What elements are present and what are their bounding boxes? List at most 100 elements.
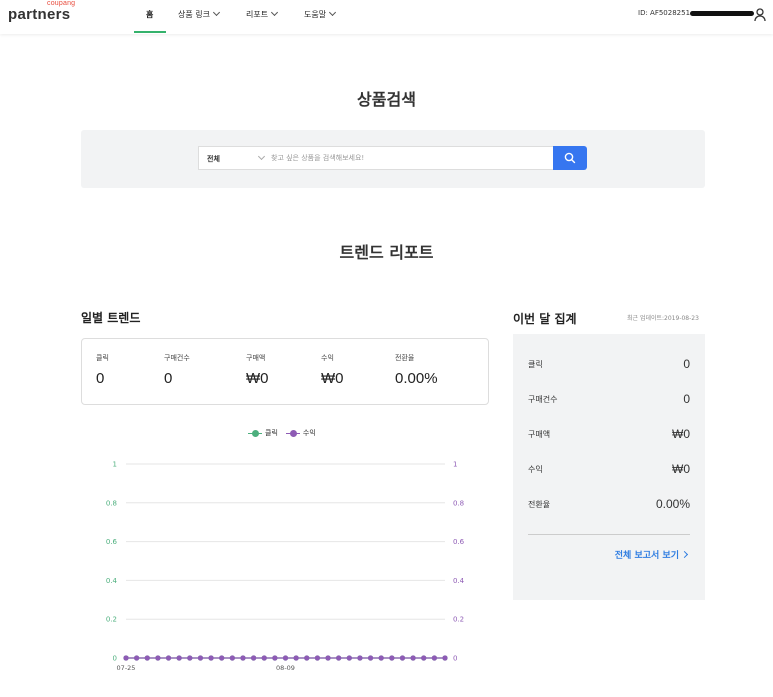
redacted-user-name	[690, 11, 754, 16]
stat-label: 구매건수	[164, 354, 190, 362]
data-point-revenue	[431, 655, 437, 661]
monthly-row-label: 전환율	[528, 500, 551, 509]
nav-item-help-label: 도움말	[304, 10, 327, 19]
nav-active-indicator	[134, 31, 166, 33]
daily-stats-card: 클릭 0 구매건수 0 구매액 ₩0 수익 ₩0 전환율 0.00%	[81, 338, 489, 405]
monthly-row-purchase-amount: 구매액 ₩0	[528, 427, 690, 441]
user-id-label: ID: AF5028251	[638, 9, 691, 17]
nav-item-report[interactable]: 리포트	[246, 8, 279, 20]
monthly-row-value: 0	[683, 392, 690, 406]
data-point-revenue	[282, 655, 289, 661]
data-point-revenue	[240, 655, 246, 661]
y-right-tick-label: 0.8	[453, 499, 464, 507]
legend-item-revenue[interactable]: 수익	[285, 428, 316, 438]
y-left-tick-label: 0	[113, 655, 117, 663]
stat-clicks: 클릭 0	[96, 353, 109, 387]
data-point-revenue	[378, 655, 384, 661]
legend-label: 수익	[302, 429, 316, 437]
nav-item-home[interactable]: 홈	[146, 9, 153, 20]
data-point-revenue	[165, 655, 172, 661]
stat-label: 구매액	[246, 354, 266, 362]
stat-label: 전환율	[395, 354, 415, 362]
monthly-row-value: 0	[683, 357, 690, 371]
data-point-revenue	[272, 655, 278, 661]
user-icon[interactable]	[754, 7, 766, 26]
legend-label: 클릭	[265, 429, 278, 437]
monthly-row-clicks: 클릭 0	[528, 357, 690, 371]
data-point-revenue	[421, 655, 427, 661]
nav-item-product-link[interactable]: 상품 링크	[178, 8, 221, 20]
y-right-tick-label: 0.2	[453, 616, 464, 624]
y-right-tick-label: 0.4	[453, 577, 465, 585]
y-left-tick-label: 0.4	[106, 577, 118, 585]
monthly-row-label: 구매건수	[528, 395, 558, 404]
stat-purchase-amount: 구매액 ₩0	[246, 353, 269, 387]
nav-item-product-link-label: 상품 링크	[178, 10, 210, 19]
legend-marker	[285, 429, 300, 437]
monthly-row-value: ₩0	[672, 462, 690, 476]
top-navigation-bar: coupang partners 홈 상품 링크 리포트 도움말 ID: AF5…	[0, 0, 773, 34]
nav-item-report-label: 리포트	[246, 10, 269, 19]
data-point-revenue	[410, 655, 416, 661]
monthly-row-purchases: 구매건수 0	[528, 392, 690, 406]
data-point-revenue	[293, 655, 299, 661]
monthly-row-label: 클릭	[528, 360, 543, 369]
search-bar: 전체	[198, 146, 554, 170]
data-point-revenue	[399, 655, 406, 661]
stat-label: 클릭	[96, 354, 109, 362]
search-section-title: 상품검색	[357, 90, 416, 109]
legend-marker	[248, 429, 262, 437]
category-select[interactable]: 전체	[207, 154, 220, 164]
data-point-revenue	[176, 655, 182, 661]
daily-trend-title: 일별 트렌드	[81, 311, 141, 325]
stat-purchases: 구매건수 0	[164, 353, 190, 387]
data-point-revenue	[325, 655, 331, 661]
data-point-revenue	[229, 655, 235, 661]
stat-value: ₩0	[246, 370, 269, 387]
data-point-revenue	[442, 655, 448, 661]
y-left-tick-label: 0.8	[106, 499, 117, 507]
data-point-revenue	[251, 655, 257, 661]
chevron-down-icon	[329, 8, 337, 17]
last-updated-label: 최근 업데이트:2019-08-23	[627, 315, 699, 322]
data-point-revenue	[389, 655, 395, 661]
logo-brand-main: partners	[8, 6, 71, 23]
data-point-revenue	[219, 655, 225, 661]
stat-value: ₩0	[321, 370, 344, 387]
data-point-revenue	[134, 655, 140, 661]
stat-label: 수익	[321, 354, 334, 362]
data-point-revenue	[144, 655, 150, 661]
data-point-revenue	[261, 655, 267, 661]
legend-item-clicks[interactable]: 클릭	[248, 428, 278, 438]
divider	[528, 534, 690, 535]
y-left-tick-label: 1	[113, 461, 117, 469]
monthly-summary-panel: 클릭 0 구매건수 0 구매액 ₩0 수익 ₩0 전환율 0.00% 전체 보고서 보기	[513, 334, 705, 600]
x-tick-label: 08-09	[276, 664, 295, 672]
monthly-row-value: 0.00%	[655, 497, 690, 511]
y-right-tick-label: 0	[453, 655, 457, 663]
stat-conversion: 전환율 0.00%	[395, 353, 438, 387]
full-report-link[interactable]: 전체 보고서 보기	[614, 548, 689, 561]
stat-value: 0.00%	[395, 370, 438, 387]
monthly-row-conversion: 전환율 0.00%	[528, 497, 690, 511]
stat-revenue: 수익 ₩0	[321, 353, 344, 387]
data-point-revenue	[155, 655, 161, 661]
data-point-revenue	[304, 655, 310, 661]
chevron-down-icon	[212, 8, 221, 17]
y-left-tick-label: 0.6	[106, 538, 118, 546]
data-point-revenue	[367, 655, 374, 661]
data-point-revenue	[346, 655, 352, 661]
monthly-summary-title: 이번 달 집계	[513, 312, 577, 326]
chevron-down-icon	[271, 8, 279, 17]
nav-item-help[interactable]: 도움말	[304, 8, 337, 20]
data-point-revenue	[197, 655, 204, 661]
chevron-down-icon[interactable]	[257, 152, 266, 161]
daily-trend-chart: 0 0 0.2 0.2 0.4 0.4 0.6 0.6 0.8 0.8 1 1 07-25 08-09	[106, 461, 465, 673]
data-point-revenue	[357, 655, 363, 661]
full-report-link-label: 전체 보고서 보기	[614, 551, 679, 561]
y-right-tick-label: 1	[453, 461, 457, 469]
monthly-row-revenue: 수익 ₩0	[528, 462, 690, 476]
chevron-right-icon	[680, 550, 689, 559]
search-button[interactable]	[553, 146, 587, 170]
search-input[interactable]	[271, 150, 541, 166]
